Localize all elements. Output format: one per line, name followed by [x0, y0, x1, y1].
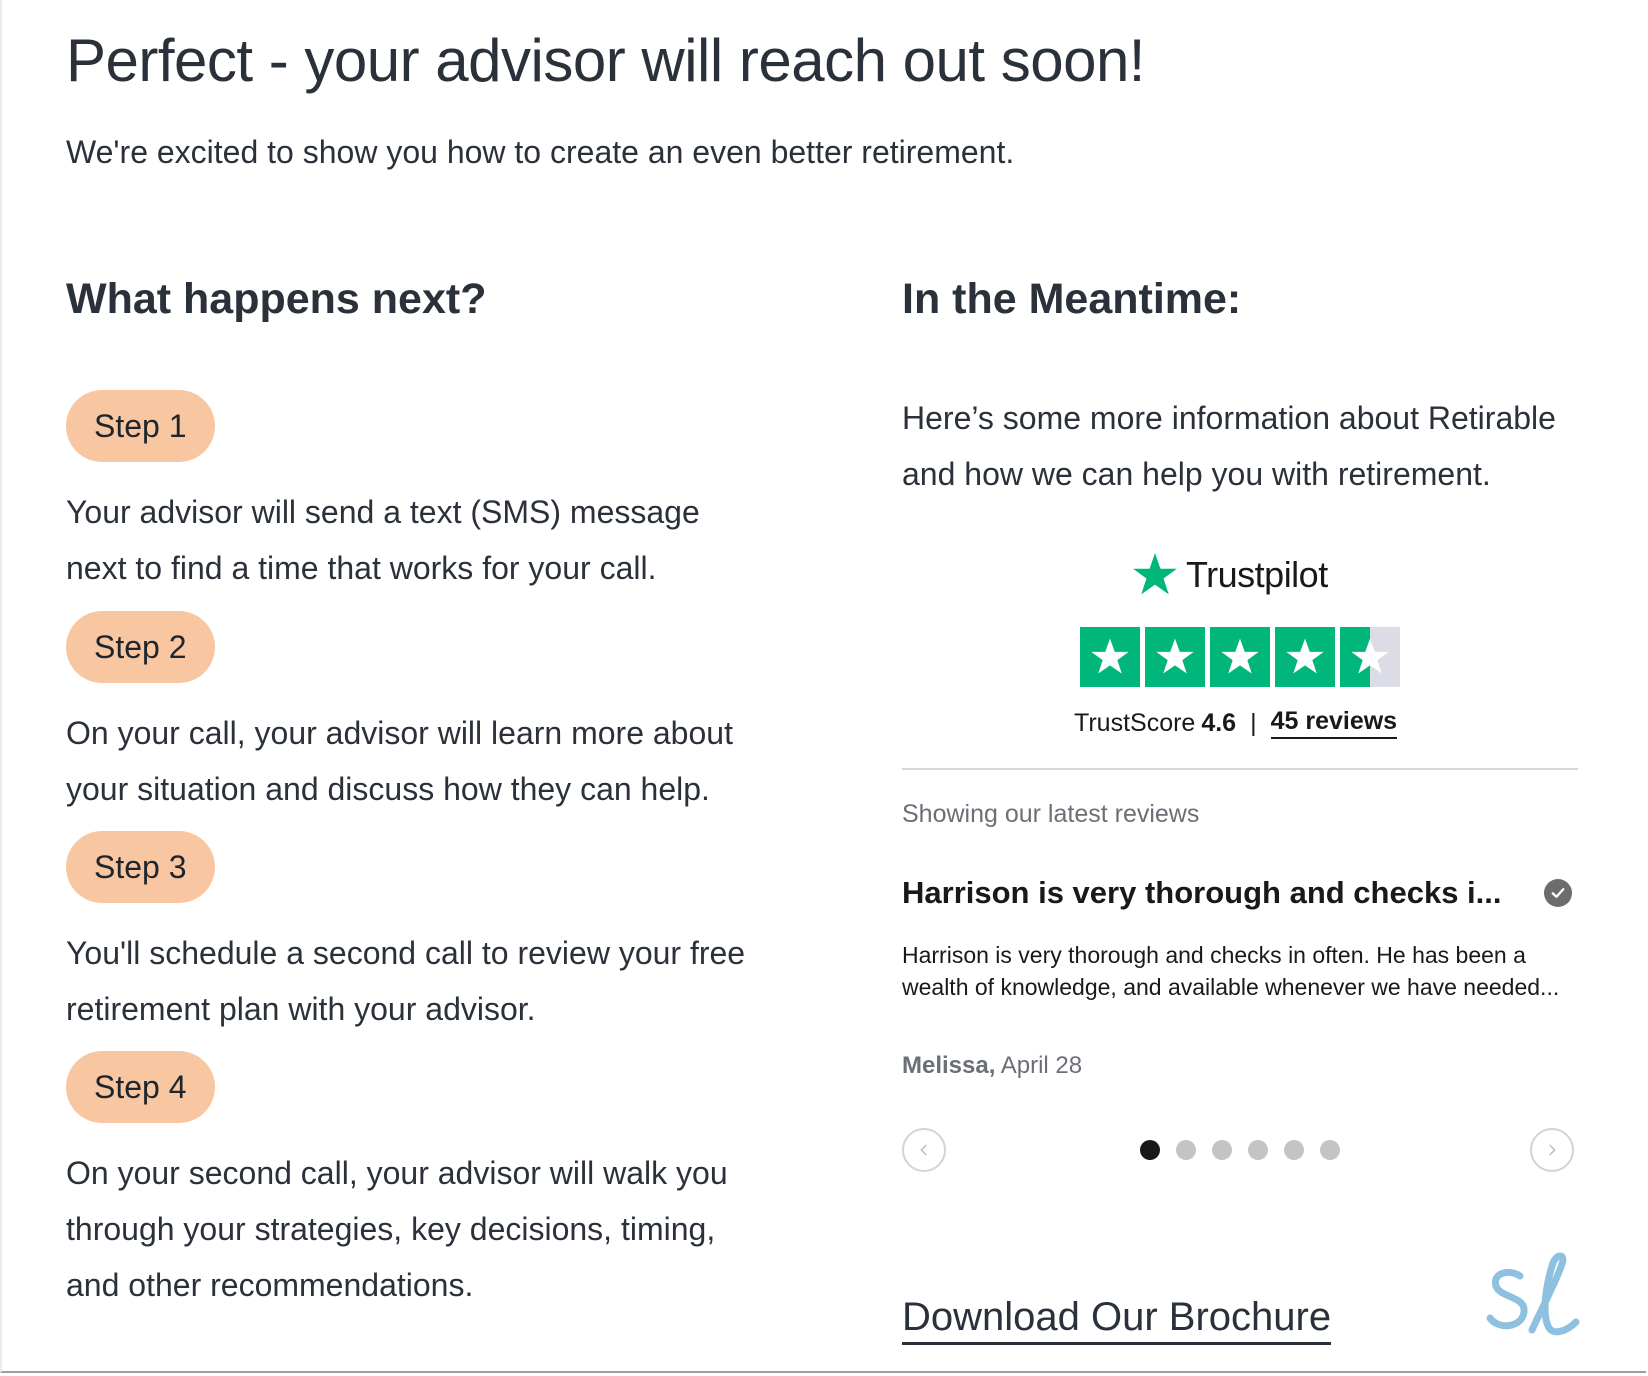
meantime-title: In the Meantime:	[902, 275, 1242, 323]
star-icon	[1080, 627, 1140, 687]
trustpilot-star-icon	[1133, 553, 1177, 595]
step-3-badge: Step 3	[66, 831, 215, 903]
step-2-badge: Step 2	[66, 611, 215, 683]
step-2: Step 2 On your call, your advisor will l…	[66, 611, 766, 817]
review-body[interactable]: Harrison is very thorough and checks in …	[902, 939, 1578, 1003]
review-author: Melissa, April 28	[902, 1052, 1082, 1080]
review-author-name: Melissa,	[902, 1052, 996, 1079]
carousel-dot[interactable]	[1212, 1140, 1232, 1160]
chevron-right-icon	[1549, 1144, 1556, 1156]
carousel-dots	[1140, 1140, 1340, 1160]
carousel-dot[interactable]	[1176, 1140, 1196, 1160]
trustpilot-star-rating	[1080, 627, 1400, 687]
download-brochure-link[interactable]: Download Our Brochure	[902, 1295, 1332, 1345]
step-4-description: On your second call, your advisor will w…	[66, 1155, 728, 1303]
carousel-dot[interactable]	[1140, 1140, 1160, 1160]
page-subtitle: We're excited to show you how to create …	[66, 134, 1015, 170]
next-steps-title: What happens next?	[66, 275, 487, 323]
trustscore-label: TrustScore	[1074, 708, 1196, 737]
trustscore-value: 4.6	[1201, 708, 1237, 737]
carousel-dot[interactable]	[1248, 1140, 1268, 1160]
step-1-description: Your advisor will send a text (SMS) mess…	[66, 494, 700, 586]
carousel-prev-button[interactable]	[902, 1128, 946, 1172]
meantime-section: In the Meantime: Here’s some more inform…	[902, 275, 1580, 1345]
reviews-count-link[interactable]: 45 reviews	[1270, 707, 1398, 739]
trustpilot-wordmark: Trustpilot	[1186, 554, 1328, 595]
review-header[interactable]: Harrison is very thorough and checks i..…	[902, 875, 1578, 911]
sl-logo-icon	[1486, 1252, 1580, 1336]
trustscore: TrustScore 4.6 | 45 reviews	[1074, 707, 1398, 739]
next-steps-section: What happens next? Step 1 Your advisor w…	[66, 275, 766, 1303]
step-3: Step 3 You'll schedule a second call to …	[66, 831, 766, 1037]
star-icon	[1210, 627, 1270, 687]
trustscore-separator: |	[1250, 708, 1257, 737]
step-1: Step 1 Your advisor will send a text (SM…	[66, 390, 766, 596]
chevron-left-icon	[920, 1144, 927, 1156]
step-1-badge: Step 1	[66, 390, 215, 462]
trustpilot-logo[interactable]: Trustpilot	[1130, 550, 1328, 600]
review-date: April 28	[1000, 1052, 1083, 1079]
step-4-badge: Step 4	[66, 1051, 215, 1123]
step-2-description: On your call, your advisor will learn mo…	[66, 715, 733, 807]
step-3-description: You'll schedule a second call to review …	[66, 935, 746, 1027]
page-title: Perfect - your advisor will reach out so…	[66, 27, 1145, 94]
carousel-dot[interactable]	[1284, 1140, 1304, 1160]
half-star-icon	[1340, 627, 1400, 687]
carousel-next-button[interactable]	[1530, 1128, 1574, 1172]
latest-reviews-label: Showing our latest reviews	[902, 800, 1200, 828]
step-4: Step 4 On your second call, your advisor…	[66, 1051, 766, 1313]
review-title[interactable]: Harrison is very thorough and checks i..…	[902, 875, 1502, 911]
star-icon	[1145, 627, 1205, 687]
meantime-intro: Here’s some more information about Retir…	[902, 400, 1556, 492]
check-circle-icon	[1544, 879, 1572, 907]
carousel-dot[interactable]	[1320, 1140, 1340, 1160]
divider	[902, 768, 1578, 770]
star-icon	[1275, 627, 1335, 687]
